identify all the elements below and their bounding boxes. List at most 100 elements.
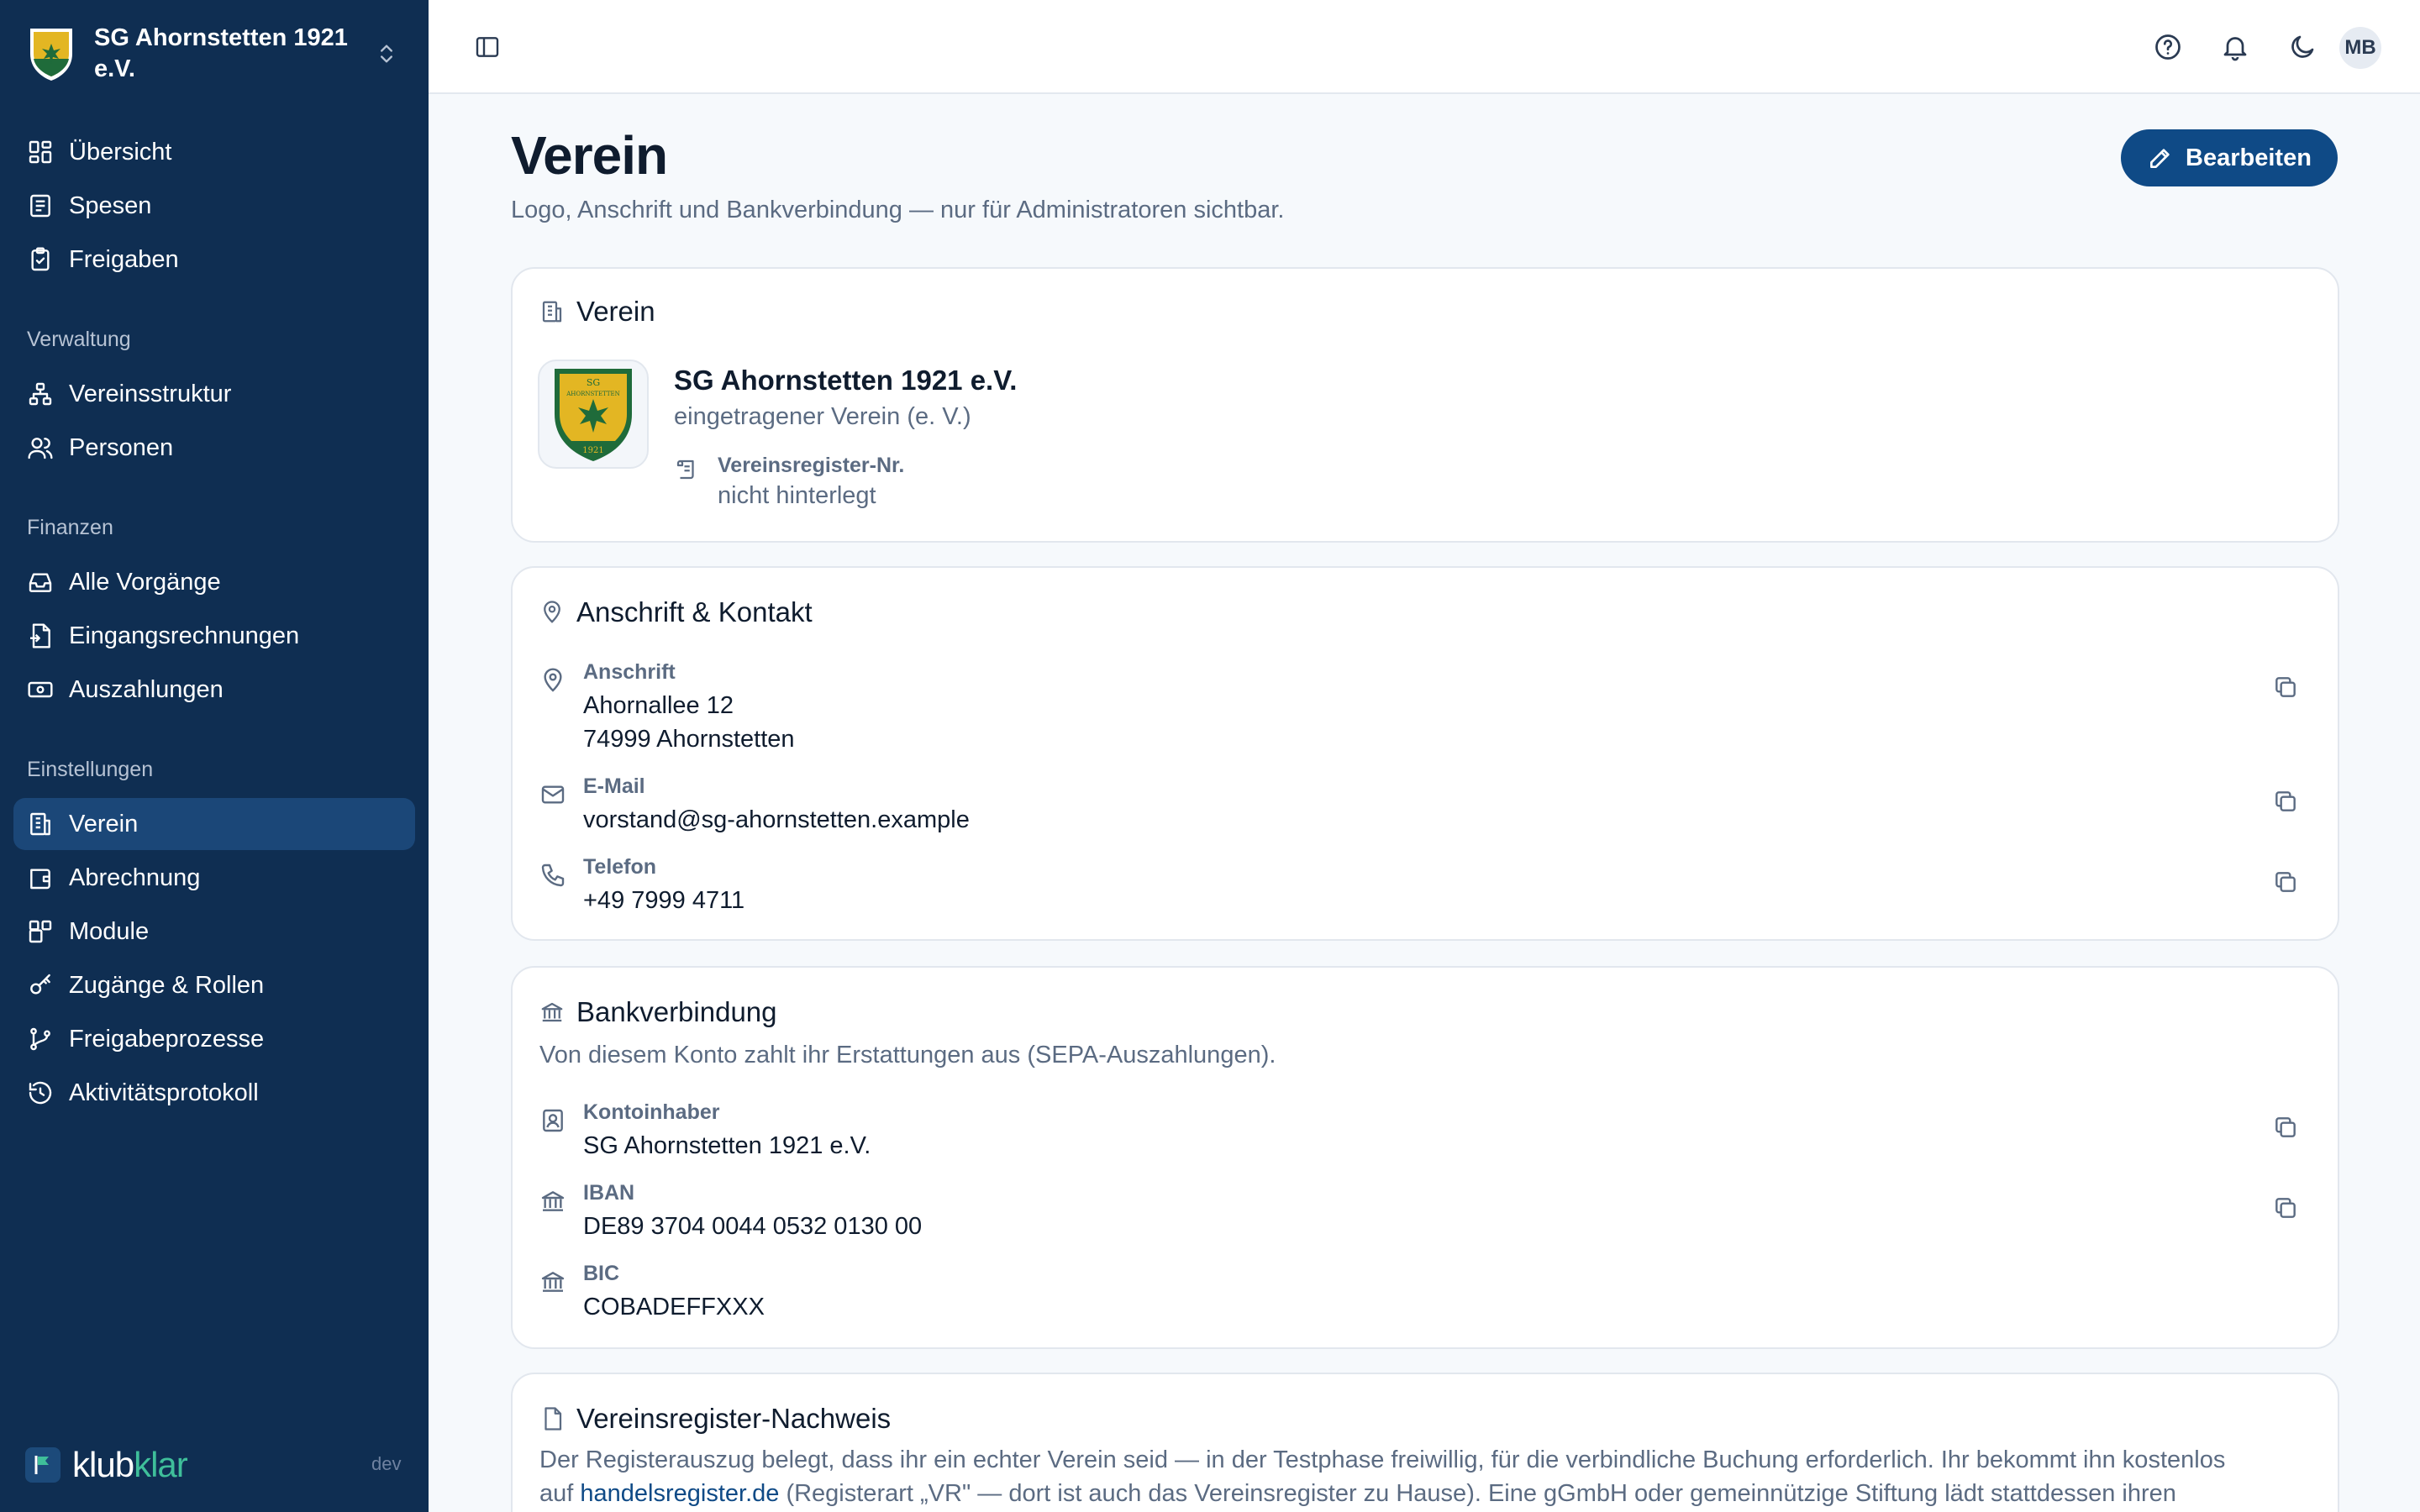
account-holder-value: SG Ahornstetten 1921 e.V. bbox=[583, 1132, 871, 1159]
email-value: vorstand@sg-ahornstetten.example bbox=[583, 806, 970, 833]
nav-item-zugaenge-rollen[interactable]: Zugänge & Rollen bbox=[13, 959, 415, 1011]
banknote-icon bbox=[28, 681, 53, 698]
handelsregister-link[interactable]: handelsregister.de bbox=[580, 1480, 779, 1507]
nav-item-personen[interactable]: Personen bbox=[13, 422, 415, 474]
club-logo: SG AHORNSTETTEN 1921 bbox=[538, 360, 649, 469]
hierarchy-icon bbox=[29, 382, 52, 406]
notifications-button[interactable] bbox=[2212, 24, 2259, 71]
map-pin-icon bbox=[544, 668, 562, 692]
page-title: Verein bbox=[511, 125, 668, 186]
nav-item-alle-vorgaenge[interactable]: Alle Vorgänge bbox=[13, 556, 415, 608]
clipboard-check-icon bbox=[31, 247, 50, 271]
nav-item-freigabeprozesse[interactable]: Freigabeprozesse bbox=[13, 1013, 415, 1065]
svg-text:SG: SG bbox=[587, 377, 600, 388]
phone-value: +49 7999 4711 bbox=[583, 887, 745, 914]
sidebar-toggle-button[interactable] bbox=[464, 24, 511, 71]
nav-label: Personen bbox=[69, 433, 174, 461]
nav-label: Freigabeprozesse bbox=[69, 1025, 265, 1053]
nav-group-title-verwaltung: Verwaltung bbox=[27, 328, 131, 351]
nav-item-auszahlungen[interactable]: Auszahlungen bbox=[13, 664, 415, 716]
card-title: Bankverbindung bbox=[539, 996, 777, 1028]
text-line2: (Registerart „VR" — dort ist auch das Ve… bbox=[786, 1480, 2176, 1507]
phone-icon bbox=[541, 864, 565, 887]
help-circle-icon bbox=[2155, 34, 2181, 60]
help-button[interactable] bbox=[2144, 24, 2191, 71]
nav-item-spesen[interactable]: Spesen bbox=[13, 180, 415, 232]
user-avatar[interactable]: MB bbox=[2339, 27, 2381, 69]
copy-address-button[interactable] bbox=[2267, 669, 2304, 706]
history-icon bbox=[29, 1081, 52, 1105]
club-switcher[interactable]: SG Ahornstetten 1921 e.V. bbox=[13, 13, 415, 94]
bell-icon bbox=[2223, 37, 2247, 61]
nav-item-vereinsstruktur[interactable]: Vereinsstruktur bbox=[13, 368, 415, 420]
theme-toggle-button[interactable] bbox=[2279, 24, 2326, 71]
nav-label: Spesen bbox=[69, 192, 152, 219]
bic-label: BIC bbox=[583, 1262, 620, 1285]
page-subtitle: Logo, Anschrift und Bankverbindung — nur… bbox=[511, 197, 1285, 223]
edit-button[interactable]: Bearbeiten bbox=[2121, 129, 2338, 186]
nav-item-module[interactable]: Module bbox=[13, 906, 415, 958]
copy-holder-button[interactable] bbox=[2267, 1109, 2304, 1146]
copy-icon bbox=[2275, 791, 2296, 811]
building-icon bbox=[542, 301, 562, 323]
card-title: Vereinsregister-Nachweis bbox=[539, 1403, 891, 1435]
account-holder-label: Kontoinhaber bbox=[583, 1100, 720, 1124]
nav-item-verein[interactable]: Verein bbox=[13, 798, 415, 850]
nav-item-freigaben[interactable]: Freigaben bbox=[13, 234, 415, 286]
iban-field: IBAN DE89 3704 0044 0532 0130 00 bbox=[539, 1181, 2304, 1248]
svg-text:AHORNSTETTEN: AHORNSTETTEN bbox=[566, 391, 620, 397]
bank-icon bbox=[541, 1002, 563, 1022]
nav-group-title-finanzen: Finanzen bbox=[27, 516, 113, 539]
sidebar: SG Ahornstetten 1921 e.V. Übersicht Spes… bbox=[0, 0, 429, 1512]
contact-card-icon bbox=[543, 1109, 563, 1132]
copy-icon bbox=[2275, 1117, 2296, 1137]
blocks-icon bbox=[29, 920, 52, 943]
nav-label: Module bbox=[69, 917, 150, 945]
wallet-icon bbox=[30, 869, 50, 890]
copy-iban-button[interactable] bbox=[2267, 1189, 2304, 1226]
bic-value: COBADEFFXXX bbox=[583, 1294, 765, 1320]
nav-label: Auszahlungen bbox=[69, 675, 224, 703]
pencil-icon bbox=[2150, 149, 2170, 168]
contact-card: Anschrift & Kontakt Anschrift Ahornallee… bbox=[511, 566, 2339, 941]
register-proof-text-line2: auf handelsregister.de (Registerart „VR"… bbox=[539, 1480, 2176, 1508]
copy-email-button[interactable] bbox=[2267, 783, 2304, 820]
card-title: Verein bbox=[539, 296, 655, 328]
map-pin-icon bbox=[544, 601, 560, 623]
register-label: Vereinsregister-Nr. bbox=[718, 454, 905, 477]
file-icon bbox=[544, 1407, 562, 1431]
nav-label: Eingangsrechnungen bbox=[69, 622, 300, 649]
nav-label: Vereinsstruktur bbox=[69, 380, 232, 407]
nav-item-aktivitaetsprotokoll[interactable]: Aktivitätsprotokoll bbox=[13, 1067, 415, 1119]
svg-text:1921: 1921 bbox=[582, 446, 603, 455]
bic-field: BIC COBADEFFXXX bbox=[539, 1262, 2304, 1329]
bank-icon bbox=[541, 1191, 565, 1211]
email-field: E-Mail vorstand@sg-ahornstetten.example bbox=[539, 774, 2304, 842]
key-icon bbox=[30, 974, 50, 995]
nav-label: Alle Vorgänge bbox=[69, 568, 221, 596]
club-logo-icon bbox=[30, 29, 72, 81]
building-icon bbox=[30, 812, 50, 836]
klubklar-logo-icon bbox=[25, 1447, 60, 1483]
chevron-up-down-icon bbox=[381, 45, 392, 63]
moon-icon bbox=[2291, 35, 2314, 58]
nav-label: Abrechnung bbox=[69, 864, 201, 891]
edit-button-label: Bearbeiten bbox=[2186, 144, 2312, 171]
copy-phone-button[interactable] bbox=[2267, 864, 2304, 900]
git-branch-icon bbox=[30, 1027, 50, 1051]
register-value: nicht hinterlegt bbox=[718, 482, 876, 509]
nav-item-eingangsrechnungen[interactable]: Eingangsrechnungen bbox=[13, 610, 415, 662]
scroll-icon bbox=[676, 459, 694, 480]
nav-label: Verein bbox=[69, 810, 139, 837]
nav-label: Übersicht bbox=[69, 138, 172, 165]
copy-icon bbox=[2275, 677, 2296, 697]
panel-left-icon bbox=[476, 37, 499, 57]
nav-item-uebersicht[interactable]: Übersicht bbox=[13, 126, 415, 178]
bank-icon bbox=[541, 1272, 565, 1292]
file-invoice-icon bbox=[30, 623, 50, 648]
nav-group-title-einstellungen: Einstellungen bbox=[27, 758, 154, 781]
email-label: E-Mail bbox=[583, 774, 645, 798]
nav-item-abrechnung[interactable]: Abrechnung bbox=[13, 852, 415, 904]
register-proof-text-line1: Der Registerauszug belegt, dass ihr ein … bbox=[539, 1446, 2226, 1473]
dashboard-icon bbox=[29, 140, 52, 164]
